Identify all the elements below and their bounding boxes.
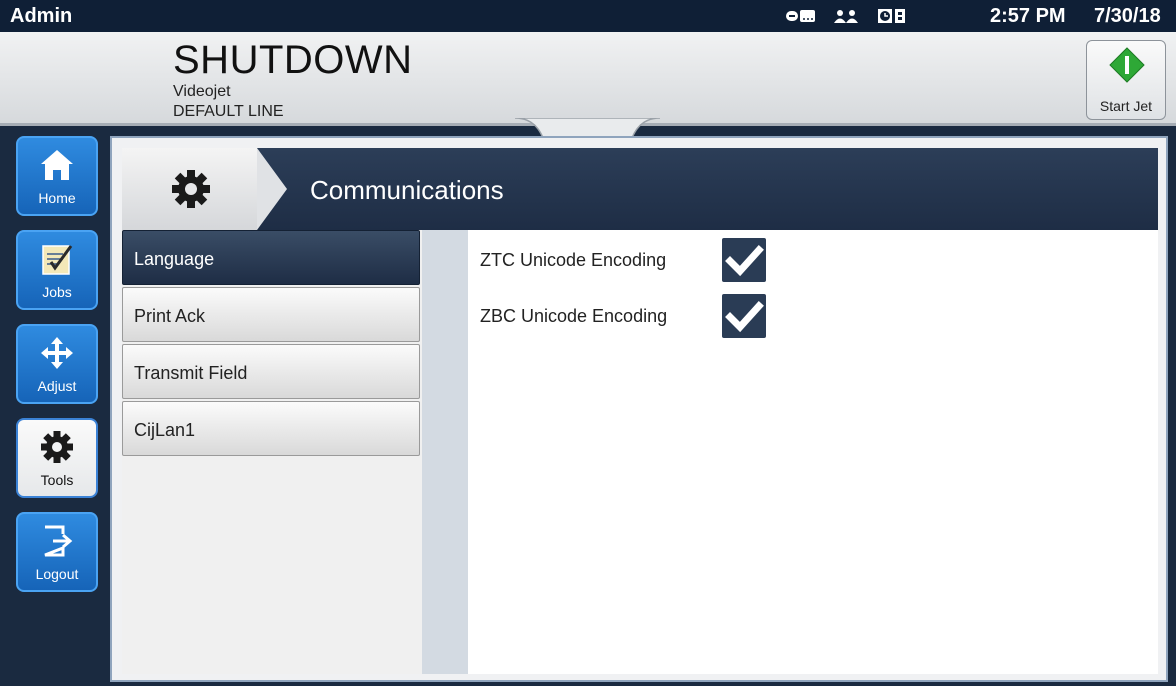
nav-jobs-button[interactable]: Jobs bbox=[16, 230, 98, 310]
panel-divider bbox=[422, 230, 468, 674]
gear-icon bbox=[41, 431, 73, 463]
menu-item-print-ack[interactable]: Print Ack bbox=[122, 287, 420, 342]
nav-tools-button[interactable]: Tools bbox=[16, 418, 98, 498]
page-title: Communications bbox=[310, 175, 504, 205]
clock-time: 2:57 PM bbox=[990, 5, 1066, 27]
printer-name: Videojet bbox=[173, 83, 231, 100]
option-label: ZTC Unicode Encoding bbox=[480, 250, 667, 270]
breadcrumb-arrow bbox=[257, 148, 287, 230]
nav-home-label: Home bbox=[38, 190, 76, 206]
start-jet-button[interactable]: Start Jet bbox=[1086, 40, 1166, 120]
checkmark-icon bbox=[725, 301, 764, 333]
clock-date: 7/30/18 bbox=[1094, 5, 1161, 27]
line-name: DEFAULT LINE bbox=[173, 103, 284, 120]
menu-item-cijlan1[interactable]: CijLan1 bbox=[122, 401, 420, 456]
printer-state-header: SHUTDOWN Videojet DEFAULT LINE Start Jet bbox=[0, 32, 1176, 126]
users-icon bbox=[831, 7, 863, 25]
move-arrows-icon bbox=[41, 337, 73, 369]
current-user: Admin bbox=[10, 5, 73, 27]
gear-icon bbox=[172, 170, 210, 208]
home-icon bbox=[41, 150, 73, 180]
clock-status-icon bbox=[877, 7, 909, 25]
option-label: ZBC Unicode Encoding bbox=[480, 306, 668, 326]
main-panel: Communications Language Print Ack Transm… bbox=[110, 136, 1168, 682]
side-navigation: Home Jobs Adjust Tools Logout bbox=[0, 126, 110, 686]
language-settings: ZTC Unicode Encoding ZBC Unicode Encodin… bbox=[468, 230, 1158, 674]
settings-breadcrumb[interactable] bbox=[122, 148, 257, 230]
menu-item-label: Language bbox=[134, 249, 215, 269]
connection-icon bbox=[785, 7, 817, 25]
nav-home-button[interactable]: Home bbox=[16, 136, 98, 216]
start-jet-label: Start Jet bbox=[1099, 98, 1153, 114]
menu-item-language[interactable]: Language bbox=[122, 230, 420, 285]
printer-state: SHUTDOWN bbox=[173, 38, 413, 82]
nav-adjust-label: Adjust bbox=[37, 378, 77, 394]
nav-jobs-label: Jobs bbox=[42, 284, 72, 300]
start-jet-icon bbox=[1109, 47, 1145, 83]
nav-adjust-button[interactable]: Adjust bbox=[16, 324, 98, 404]
nav-tools-label: Tools bbox=[40, 472, 74, 488]
menu-item-transmit-field[interactable]: Transmit Field bbox=[122, 344, 420, 399]
menu-item-label: Transmit Field bbox=[134, 363, 248, 383]
ztc-unicode-checkbox[interactable] bbox=[722, 238, 766, 282]
nav-logout-label: Logout bbox=[35, 566, 79, 582]
status-icons bbox=[785, 7, 909, 25]
logout-icon bbox=[44, 525, 73, 557]
menu-item-label: Print Ack bbox=[134, 306, 206, 326]
menu-item-label: CijLan1 bbox=[134, 420, 196, 440]
status-bar: Admin 2:57 PM 7/30/18 bbox=[0, 0, 1176, 32]
page-title-bar: Communications bbox=[122, 148, 1158, 230]
checkmark-icon bbox=[725, 245, 764, 277]
zbc-unicode-checkbox[interactable] bbox=[722, 294, 766, 338]
communications-menu: Language Print Ack Transmit Field CijLan… bbox=[122, 230, 422, 674]
jobs-icon bbox=[42, 245, 73, 275]
nav-logout-button[interactable]: Logout bbox=[16, 512, 98, 592]
